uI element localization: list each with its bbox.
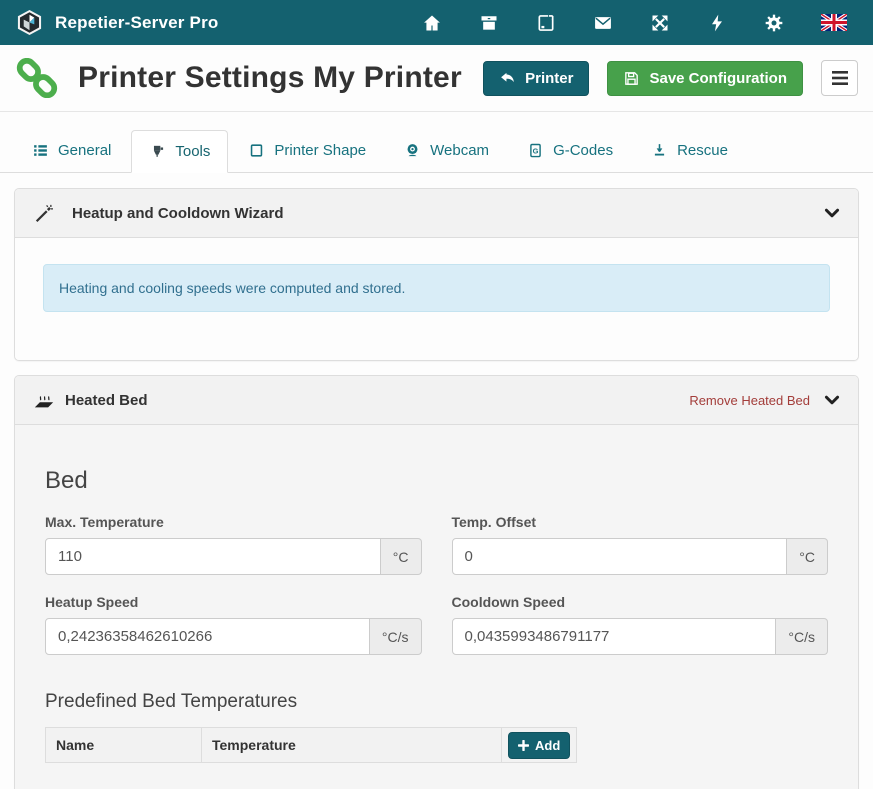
header-buttons: Printer Save Configuration <box>483 60 858 96</box>
tab-g-codes[interactable]: G G-Codes <box>509 129 631 172</box>
remove-heated-bed-link[interactable]: Remove Heated Bed <box>689 393 810 408</box>
cooldown-speed-unit: °C/s <box>776 618 828 655</box>
wizard-panel-body: Heating and cooling speeds were computed… <box>15 238 858 360</box>
tab-tools[interactable]: Tools <box>131 130 228 173</box>
repetier-logo-icon <box>16 9 43 36</box>
printer-button[interactable]: Printer <box>483 61 589 96</box>
home-icon[interactable] <box>422 13 442 33</box>
extruder-icon <box>149 143 166 160</box>
cooldown-speed-input[interactable] <box>452 618 777 655</box>
heated-bed-panel-title: Heated Bed <box>65 392 148 409</box>
max-temperature-label: Max. Temperature <box>45 514 422 530</box>
add-button-label: Add <box>535 738 560 753</box>
heated-bed-panel-body: Bed Max. Temperature °C Temp. Offset °C … <box>15 425 858 789</box>
max-temperature-field: Max. Temperature °C <box>45 514 422 575</box>
save-icon <box>623 70 640 87</box>
save-configuration-button[interactable]: Save Configuration <box>607 61 803 96</box>
temp-offset-field: Temp. Offset °C <box>452 514 829 575</box>
heatup-speed-input[interactable] <box>45 618 370 655</box>
page-header: Printer Settings My Printer Printer Save… <box>0 45 873 112</box>
table-header-row: Name Temperature Add <box>46 728 577 763</box>
chevron-down-icon[interactable] <box>824 205 840 221</box>
heated-bed-panel: Heated Bed Remove Heated Bed Bed Max. Te… <box>14 375 859 789</box>
tab-g-codes-label: G-Codes <box>553 142 613 159</box>
temp-offset-unit: °C <box>787 538 828 575</box>
expand-icon[interactable] <box>650 13 670 33</box>
wizard-info-alert: Heating and cooling speeds were computed… <box>43 264 830 312</box>
webcam-icon <box>404 142 421 159</box>
predefined-temperatures-table: Name Temperature Add <box>45 727 577 763</box>
quick-commands-icon[interactable] <box>707 13 727 33</box>
heatup-cooldown-wizard-panel: Heatup and Cooldown Wizard Heating and c… <box>14 188 859 361</box>
wizard-panel-title: Heatup and Cooldown Wizard <box>72 205 284 222</box>
printer-button-label: Printer <box>525 70 573 87</box>
predefined-temperatures-title: Predefined Bed Temperatures <box>45 691 828 713</box>
tab-rescue-label: Rescue <box>677 142 728 159</box>
bed-section-title: Bed <box>45 467 828 495</box>
temp-offset-label: Temp. Offset <box>452 514 829 530</box>
heatup-speed-label: Heatup Speed <box>45 594 422 610</box>
chevron-down-icon[interactable] <box>824 392 840 408</box>
name-column-header: Name <box>46 728 202 763</box>
plus-icon <box>518 740 529 751</box>
printer-queue-icon[interactable] <box>479 13 499 33</box>
svg-text:G: G <box>533 146 539 155</box>
cooldown-speed-label: Cooldown Speed <box>452 594 829 610</box>
settings-icon[interactable] <box>764 13 784 33</box>
models-icon[interactable] <box>536 13 556 33</box>
wizard-panel-header[interactable]: Heatup and Cooldown Wizard <box>15 189 858 238</box>
page-title: Printer Settings My Printer <box>78 61 462 95</box>
brand-name: Repetier-Server Pro <box>55 13 218 33</box>
heatup-speed-unit: °C/s <box>370 618 422 655</box>
tab-tools-label: Tools <box>175 143 210 160</box>
tab-general[interactable]: General <box>14 129 129 172</box>
heated-bed-icon <box>33 389 55 411</box>
rescue-icon <box>651 142 668 159</box>
list-icon <box>32 142 49 159</box>
add-temperature-button[interactable]: Add <box>508 732 570 759</box>
settings-tabs: General Tools Printer Shape Webcam G G-C… <box>0 129 873 173</box>
navbar-icons <box>422 13 847 33</box>
save-button-label: Save Configuration <box>649 70 787 87</box>
square-outline-icon <box>248 142 265 159</box>
heated-bed-panel-header[interactable]: Heated Bed Remove Heated Bed <box>15 376 858 425</box>
gcode-file-icon: G <box>527 142 544 159</box>
tab-rescue[interactable]: Rescue <box>633 129 746 172</box>
max-temperature-unit: °C <box>381 538 422 575</box>
temp-offset-input[interactable] <box>452 538 788 575</box>
temperature-column-header: Temperature <box>202 728 502 763</box>
back-arrow-icon <box>499 70 516 87</box>
heatup-speed-field: Heatup Speed °C/s <box>45 594 422 655</box>
hamburger-icon <box>832 71 848 85</box>
tab-printer-shape[interactable]: Printer Shape <box>230 129 384 172</box>
add-column-header: Add <box>502 728 577 763</box>
messages-icon[interactable] <box>593 13 613 33</box>
brand[interactable]: Repetier-Server Pro <box>16 9 218 36</box>
link-chain-icon <box>16 58 58 98</box>
tab-webcam[interactable]: Webcam <box>386 129 507 172</box>
bed-settings-form: Max. Temperature °C Temp. Offset °C Heat… <box>45 514 828 655</box>
max-temperature-input[interactable] <box>45 538 381 575</box>
menu-button[interactable] <box>821 60 858 96</box>
tab-general-label: General <box>58 142 111 159</box>
cooldown-speed-field: Cooldown Speed °C/s <box>452 594 829 655</box>
magic-wand-icon <box>33 202 55 224</box>
top-navbar: Repetier-Server Pro <box>0 0 873 45</box>
tab-printer-shape-label: Printer Shape <box>274 142 366 159</box>
language-flag-icon[interactable] <box>821 14 847 31</box>
tab-webcam-label: Webcam <box>430 142 489 159</box>
